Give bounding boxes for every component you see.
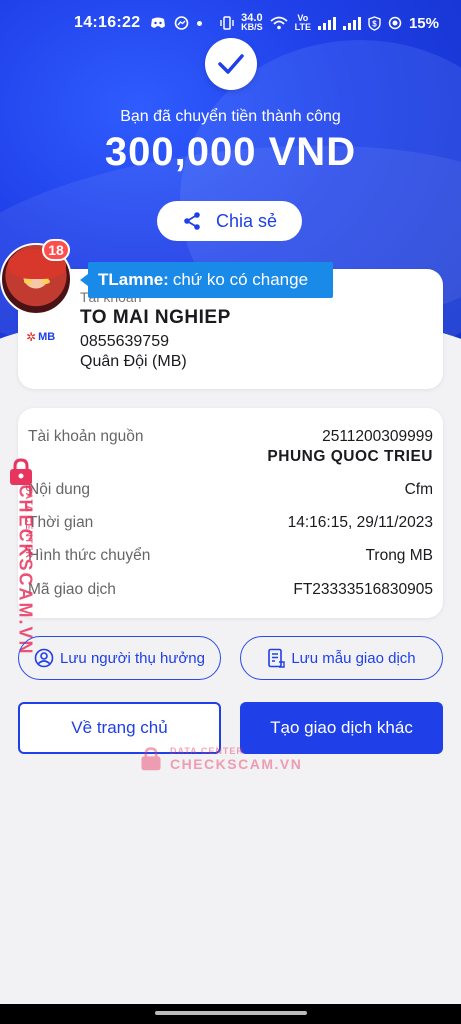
transaction-details-card: Tài khoản nguồn 2511200309999 PHUNG QUOC… [18,408,443,618]
chat-message: chứ ko có change [172,270,309,289]
save-template-button[interactable]: Lưu mẫu giao dịch [240,636,443,680]
txid-value: FT23333516830905 [293,581,433,598]
document-icon [268,648,286,668]
success-message: Bạn đã chuyển tiền thành công [120,108,341,125]
save-template-label: Lưu mẫu giao dịch [291,649,416,667]
method-value: Trong MB [365,547,433,564]
checkscam-watermark-center: DATA CENTER CHECKSCAM.VN [138,744,302,774]
checkscam-watermark: DATA CENTER CHECKSCAM.VN [4,455,54,656]
chat-sender: TLamne: [98,270,169,289]
source-account-name: PHUNG QUOC TRIEU [267,448,433,465]
success-check-icon [205,38,257,90]
signal-icon [317,16,336,30]
share-icon [184,212,200,230]
discord-icon [151,17,166,28]
save-recipient-button[interactable]: Lưu người thụ hưởng [18,636,221,680]
detail-row-content: Nội dung Cfm [28,481,433,499]
recipient-name: TO MAI NGHIEP [80,307,231,328]
battery-percent: 15% [408,14,439,32]
mb-bank-logo: ✲ MB [26,330,55,344]
net-speed-unit: KB/S [241,22,263,32]
share-label: Chia sẻ [215,210,278,231]
lock-icon [141,747,161,771]
watermark-center-text: CHECKSCAM.VN [170,756,303,772]
bank-logo-text: MB [38,331,56,343]
recipient-bank: Quân Đội (MB) [80,353,187,370]
source-account-number: 2511200309999 [322,428,433,445]
star-icon: ✲ [26,330,37,344]
notification-dot-icon [197,20,203,26]
detail-row-txid: Mã giao dịch FT23333516830905 [28,581,433,599]
unread-badge: 18 [42,239,70,261]
messenger-icon [175,15,189,30]
gesture-handle[interactable] [155,1011,307,1015]
transfer-amount: 300,000 VND [104,130,357,174]
detail-row-time: Thời gian 14:16:15, 29/11/2023 [28,514,433,532]
lock-icon [10,458,32,485]
wifi-icon [270,16,288,30]
vibrate-icon [220,16,234,30]
detail-row-method: Hình thức chuyển Trong MB [28,547,433,565]
watermark-text: CHECKSCAM.VN [15,484,36,656]
share-button[interactable]: Chia sẻ [157,201,302,241]
detail-row-source: Tài khoản nguồn 2511200309999 PHUNG QUOC… [28,428,433,466]
chat-preview-bubble[interactable]: TLamne: chứ ko có change [80,262,333,298]
volte-mid: LTE [294,22,311,32]
recipient-account-number: 0855639759 [80,333,169,350]
status-time: 14:16:22 [74,14,141,31]
content-value: Cfm [404,481,433,498]
shield-dollar-icon: $ [368,15,381,31]
time-value: 14:16:15, 29/11/2023 [287,514,433,531]
target-icon [388,16,402,30]
signal-icon [342,16,361,30]
save-recipient-label: Lưu người thụ hưởng [60,649,205,667]
user-circle-icon [34,648,54,668]
watermark-center-small: DATA CENTER [170,746,244,756]
svg-text:$: $ [372,19,377,28]
